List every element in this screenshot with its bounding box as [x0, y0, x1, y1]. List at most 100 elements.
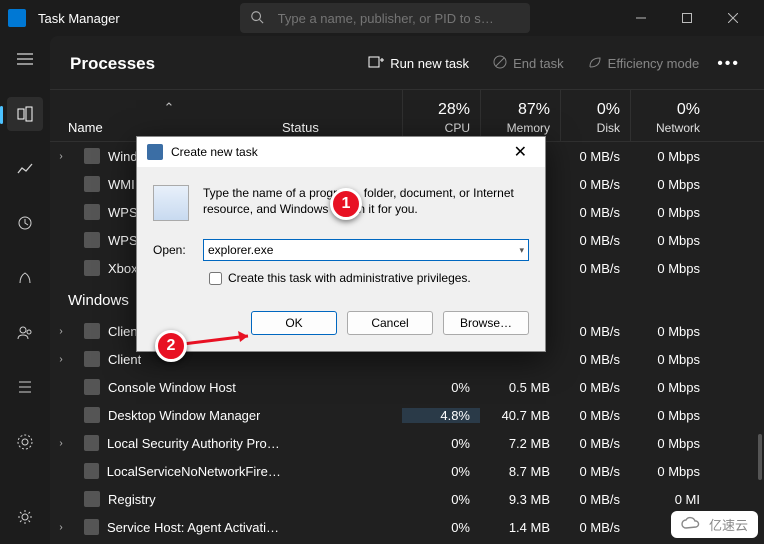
- process-icon: [84, 323, 100, 339]
- browse-button[interactable]: Browse…: [443, 311, 529, 335]
- grid-header: ⌃ Name Status 28%CPU 87%Memory 0%Disk 0%…: [50, 90, 764, 142]
- nav-users[interactable]: [7, 315, 43, 350]
- chevron-down-icon[interactable]: ▾: [519, 245, 524, 256]
- col-memory[interactable]: 87%Memory: [480, 90, 560, 141]
- net-cell: 0 Mbps: [630, 261, 710, 276]
- hamburger-button[interactable]: [7, 42, 43, 77]
- maximize-button[interactable]: [664, 0, 710, 36]
- process-icon: [84, 491, 100, 507]
- app-icon: [8, 9, 26, 27]
- ok-button[interactable]: OK: [251, 311, 337, 335]
- page-title: Processes: [70, 54, 155, 74]
- nav-startup[interactable]: [7, 261, 43, 296]
- dialog-titlebar[interactable]: Create new task ✕: [137, 137, 545, 167]
- net-cell: 0 Mbps: [630, 233, 710, 248]
- table-row[interactable]: › Local Security Authority Proce… 0% 7.2…: [50, 429, 764, 457]
- process-name: LocalServiceNoNetworkFirewa…: [107, 464, 282, 479]
- annotation-2: 2: [155, 330, 187, 362]
- process-icon: [84, 351, 100, 367]
- cancel-button[interactable]: Cancel: [347, 311, 433, 335]
- disk-cell: 0 MB/s: [560, 177, 630, 192]
- process-name: Service Host: Agent Activation…: [107, 520, 282, 535]
- disk-cell: 0 MB/s: [560, 205, 630, 220]
- net-cell: 0 Mbps: [630, 324, 710, 339]
- annotation-1: 1: [330, 188, 362, 220]
- net-cell: 0 MI: [630, 492, 710, 507]
- disk-cell: 0 MB/s: [560, 520, 630, 535]
- plus-icon: [368, 54, 384, 73]
- disk-cell: 0 MB/s: [560, 233, 630, 248]
- cloud-icon: [681, 516, 703, 533]
- run-new-task-button[interactable]: Run new task: [358, 48, 479, 79]
- disk-cell: 0 MB/s: [560, 261, 630, 276]
- process-name: Local Security Authority Proce…: [107, 436, 282, 451]
- mem-cell: 8.7 MB: [480, 464, 560, 479]
- table-row[interactable]: Desktop Window Manager 4.8% 40.7 MB 0 MB…: [50, 401, 764, 429]
- minimize-button[interactable]: [618, 0, 664, 36]
- search-input[interactable]: [278, 11, 520, 26]
- run-icon: [153, 185, 189, 221]
- net-cell: 0 Mbps: [630, 436, 710, 451]
- mem-cell: 7.2 MB: [480, 436, 560, 451]
- nav-performance[interactable]: [7, 151, 43, 186]
- disk-cell: 0 MB/s: [560, 324, 630, 339]
- cpu-cell: 0%: [402, 436, 480, 451]
- open-combobox[interactable]: ▾: [203, 239, 529, 261]
- process-name: WPS: [108, 233, 138, 248]
- dialog-title: Create new task: [171, 145, 258, 159]
- nav-services[interactable]: [7, 425, 43, 460]
- dialog-close-button[interactable]: ✕: [506, 142, 535, 162]
- expander-icon[interactable]: ›: [50, 326, 72, 337]
- open-label: Open:: [153, 243, 193, 257]
- scrollbar-thumb[interactable]: [758, 434, 762, 480]
- left-nav: [0, 36, 50, 544]
- expander-icon[interactable]: ›: [50, 151, 72, 162]
- process-icon: [84, 176, 100, 192]
- col-disk[interactable]: 0%Disk: [560, 90, 630, 141]
- admin-checkbox[interactable]: [209, 272, 222, 285]
- process-icon: [84, 463, 99, 479]
- cpu-cell: 0%: [402, 492, 480, 507]
- process-name: Console Window Host: [108, 380, 236, 395]
- app-title: Task Manager: [38, 11, 120, 26]
- expander-icon[interactable]: ›: [50, 354, 72, 365]
- mem-cell: 40.7 MB: [480, 408, 560, 423]
- table-row[interactable]: Console Window Host 0% 0.5 MB 0 MB/s 0 M…: [50, 373, 764, 401]
- table-row[interactable]: › Service Host: Agent Activation… 0% 1.4…: [50, 513, 764, 541]
- disk-cell: 0 MB/s: [560, 380, 630, 395]
- watermark: 亿速云: [671, 511, 758, 538]
- net-cell: 0 Mbps: [630, 352, 710, 367]
- more-button[interactable]: •••: [713, 49, 744, 79]
- col-cpu[interactable]: 28%CPU: [402, 90, 480, 141]
- search-box[interactable]: [240, 3, 530, 33]
- expander-icon[interactable]: ›: [50, 522, 72, 533]
- efficiency-mode-button[interactable]: Efficiency mode: [578, 49, 710, 78]
- table-row[interactable]: Registry 0% 9.3 MB 0 MB/s 0 MI: [50, 485, 764, 513]
- process-icon: [84, 232, 100, 248]
- process-name: Wind: [108, 149, 138, 164]
- sort-indicator: ⌃: [68, 100, 270, 116]
- disk-cell: 0 MB/s: [560, 352, 630, 367]
- mem-cell: 1.4 MB: [480, 520, 560, 535]
- end-task-button[interactable]: End task: [483, 49, 574, 78]
- net-cell: 0 Mbps: [630, 149, 710, 164]
- nav-history[interactable]: [7, 206, 43, 241]
- col-name[interactable]: ⌃ Name: [50, 90, 282, 141]
- col-status[interactable]: Status: [282, 90, 402, 141]
- process-icon: [84, 204, 100, 220]
- mem-cell: 9.3 MB: [480, 492, 560, 507]
- nav-settings[interactable]: [7, 499, 43, 534]
- header: Processes Run new task End task Efficien…: [50, 36, 764, 90]
- open-input[interactable]: [208, 243, 519, 257]
- table-row[interactable]: LocalServiceNoNetworkFirewa… 0% 8.7 MB 0…: [50, 457, 764, 485]
- process-icon: [84, 379, 100, 395]
- titlebar: Task Manager: [0, 0, 764, 36]
- nav-processes[interactable]: [7, 97, 43, 132]
- cpu-cell: 0%: [402, 464, 480, 479]
- close-button[interactable]: [710, 0, 756, 36]
- nav-details[interactable]: [7, 370, 43, 405]
- admin-label: Create this task with administrative pri…: [228, 271, 471, 285]
- net-cell: 0 Mbps: [630, 380, 710, 395]
- col-network[interactable]: 0%Network: [630, 90, 710, 141]
- expander-icon[interactable]: ›: [50, 438, 72, 449]
